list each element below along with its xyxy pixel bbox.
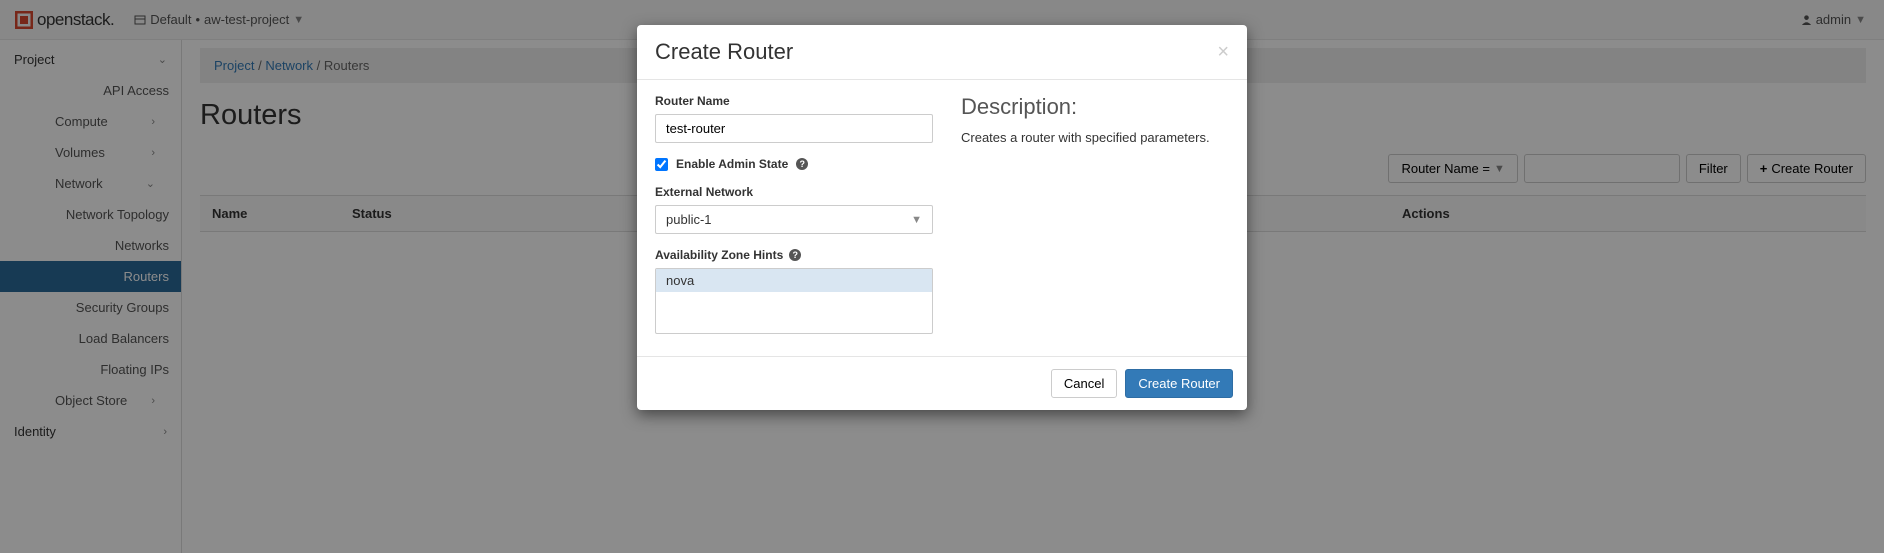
admin-state-row[interactable]: Enable Admin State ? (655, 157, 933, 171)
description-text: Creates a router with specified paramete… (961, 130, 1229, 145)
modal-header: Create Router × (637, 25, 1247, 80)
modal-footer: Cancel Create Router (637, 356, 1247, 410)
cancel-button[interactable]: Cancel (1051, 369, 1117, 398)
modal-title: Create Router (655, 39, 793, 65)
az-hints-text: Availability Zone Hints (655, 248, 783, 262)
submit-create-router-button[interactable]: Create Router (1125, 369, 1233, 398)
create-router-modal: Create Router × Router Name Enable Admin… (637, 25, 1247, 410)
az-hints-label: Availability Zone Hints ? (655, 248, 933, 262)
external-network-label: External Network (655, 185, 933, 199)
help-icon[interactable]: ? (796, 158, 808, 170)
description-column: Description: Creates a router with speci… (961, 94, 1229, 334)
admin-state-label: Enable Admin State (676, 157, 788, 171)
description-heading: Description: (961, 94, 1229, 120)
help-icon[interactable]: ? (789, 249, 801, 261)
form-column: Router Name Enable Admin State ? Externa… (655, 94, 933, 334)
external-network-select[interactable]: public-1 ▼ (655, 205, 933, 234)
caret-down-icon: ▼ (911, 214, 922, 226)
router-name-label: Router Name (655, 94, 933, 108)
router-name-input[interactable] (655, 114, 933, 143)
admin-state-checkbox[interactable] (655, 158, 668, 171)
close-icon[interactable]: × (1217, 41, 1229, 64)
az-hints-listbox[interactable]: nova (655, 268, 933, 334)
az-option-nova[interactable]: nova (656, 269, 932, 292)
modal-body: Router Name Enable Admin State ? Externa… (637, 80, 1247, 356)
external-network-value: public-1 (666, 212, 712, 227)
